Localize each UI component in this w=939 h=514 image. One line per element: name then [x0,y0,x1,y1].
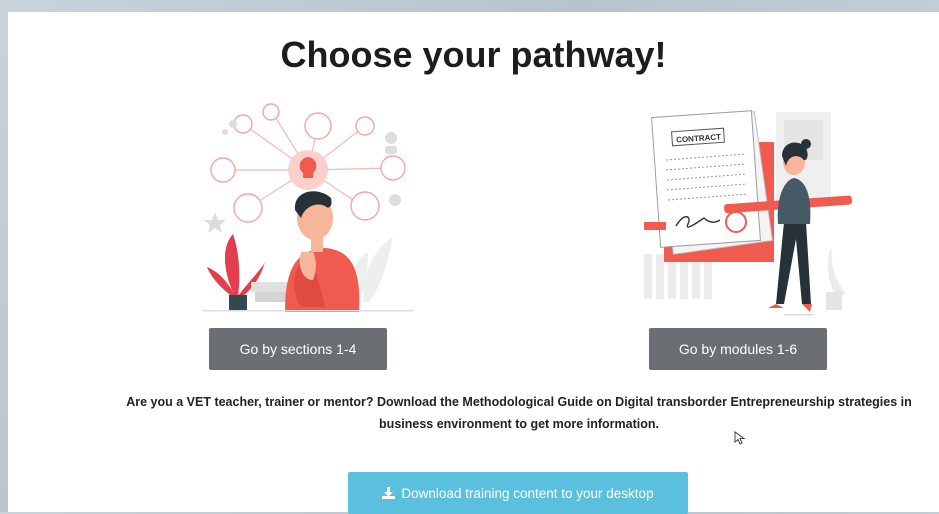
go-by-sections-button[interactable]: Go by sections 1-4 [209,328,387,370]
thinking-person-illustration [203,103,413,312]
go-by-modules-button[interactable]: Go by modules 1-6 [649,328,827,370]
download-button-label: Download training content to your deskto… [401,485,654,501]
methodological-guide-text: Are you a VET teacher, trainer or mentor… [126,395,912,431]
download-training-button[interactable]: Download training content to your deskto… [348,472,688,514]
contract-signing-illustration: CONTRACT [644,110,852,316]
mouse-cursor-icon [734,431,746,445]
page-card: Choose your pathway! CONTRACT Go by sect… [8,12,939,514]
page-title: Choose your pathway! [280,34,667,75]
download-icon [382,487,396,499]
